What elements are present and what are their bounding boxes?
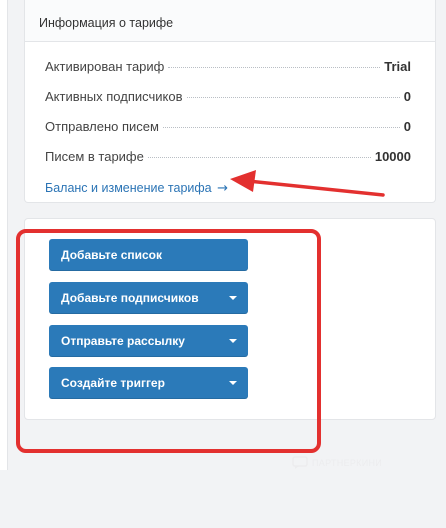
create-trigger-button[interactable]: Создайте триггер [49,367,248,399]
chevron-down-icon [229,381,237,385]
chevron-down-icon [229,296,237,300]
watermark-text: ПАРТНЕРКИНИ [312,458,383,468]
tariff-row-active-plan: Активирован тариф Trial [45,59,411,89]
add-subscribers-button[interactable]: Добавьте подписчиков [49,282,248,314]
button-label: Добавьте подписчиков [61,291,199,305]
dotted-leader [162,127,400,128]
row-value: 0 [403,119,411,134]
tariff-row-emails-in-plan: Писем в тарифе 10000 [45,149,411,179]
row-value: 0 [403,89,411,104]
dotted-leader [168,67,381,68]
row-value: 10000 [374,149,411,164]
dotted-leader [147,157,371,158]
add-list-button[interactable]: Добавьте список [49,239,248,271]
arrow-right-icon: → [217,181,229,196]
left-panel-edge [0,0,8,470]
row-label: Отправлено писем [45,119,159,134]
tariff-rows: Активирован тариф Trial Активных подписч… [25,42,435,179]
link-label: Баланс и изменение тарифа [45,181,212,195]
button-label: Отправьте рассылку [61,334,185,348]
row-label: Активирован тариф [45,59,165,74]
quick-actions-panel: Добавьте список Добавьте подписчиков Отп… [24,218,436,420]
button-label: Создайте триггер [61,376,165,390]
page: Информация о тарифе Активирован тариф Tr… [0,0,446,528]
row-label: Активных подписчиков [45,89,183,104]
tariff-row-active-subscribers: Активных подписчиков 0 [45,89,411,119]
row-label: Писем в тарифе [45,149,144,164]
send-campaign-button[interactable]: Отправьте рассылку [49,325,248,357]
button-label: Добавьте список [61,248,163,262]
row-value: Trial [384,59,411,74]
panel-heading: Информация о тарифе [25,0,435,42]
chevron-down-icon [229,339,237,343]
watermark: ПАРТНЕРКИНИ [292,456,382,470]
tariff-info-panel: Информация о тарифе Активирован тариф Tr… [24,0,436,203]
tariff-row-emails-sent: Отправлено писем 0 [45,119,411,149]
dotted-leader [186,97,400,98]
chat-icon [292,456,308,469]
balance-change-plan-link[interactable]: Баланс и изменение тарифа → [45,181,228,196]
